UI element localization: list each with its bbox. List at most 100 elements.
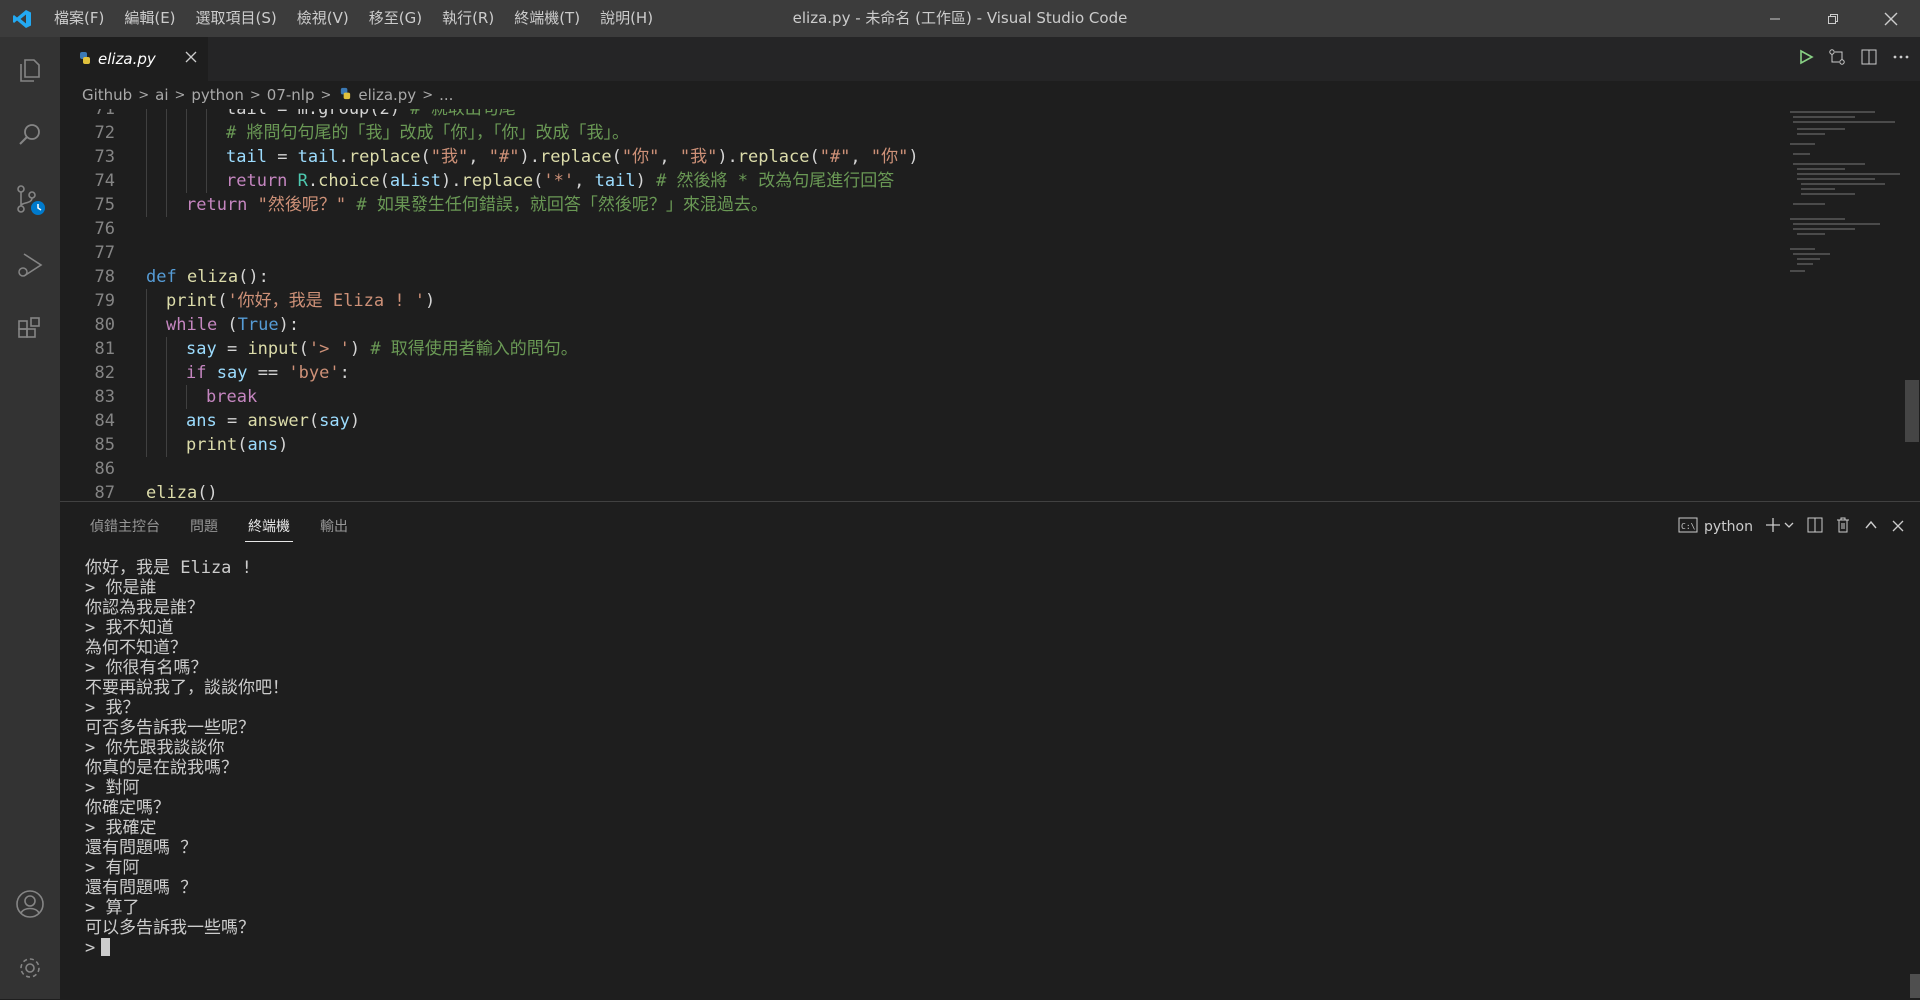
code-text: ans = answer(say) [186,409,360,433]
code-text: def eliza(): [146,265,269,289]
account-icon[interactable] [0,876,60,932]
run-debug-icon[interactable] [0,237,60,293]
code-line: 85 print(ans) [60,433,1760,457]
close-tab-icon[interactable] [184,49,198,68]
code-text: break [206,385,257,409]
code-token: if [186,363,207,383]
code-token: ) [425,291,436,311]
source-control-icon[interactable] [0,172,60,228]
terminal-scrollbar[interactable] [1910,974,1920,998]
settings-gear-icon[interactable] [0,940,60,996]
terminal-output[interactable]: 你好，我是 Eliza ! > 你是誰 你認為我是誰？ > 我不知道 為何不知道？ > 你… [85,558,289,958]
panel-tab[interactable]: 問題 [175,502,233,552]
editor-scrollbar[interactable] [1905,380,1919,442]
menu-item[interactable]: 選取項目(S) [186,0,287,37]
code-token: ( [611,147,622,167]
code-token: ): [278,315,300,335]
menu-item[interactable]: 移至(G) [359,0,432,37]
search-icon[interactable] [0,107,60,163]
code-token: . [307,171,319,191]
breadcrumb-item[interactable]: Github [80,86,134,104]
split-terminal-icon[interactable] [1807,517,1823,537]
panel-tab[interactable]: 偵錯主控台 [75,502,175,552]
breadcrumb-item[interactable]: ... [437,86,455,104]
indent-guide [166,409,167,433]
code-text: # 將問句句尾的「我」改成「你」，「你」改成「我」。 [226,121,629,145]
code-token: tail [226,147,267,167]
line-number: 77 [94,243,115,263]
restore-icon[interactable] [1804,0,1862,37]
terminal-line: 你真的是在說我嗎？ [85,758,289,778]
line-number: 81 [94,339,115,359]
menu-item[interactable]: 檔案(F) [44,0,114,37]
code-line: 73 tail = tail.replace("我", "#").replace(… [60,145,1760,169]
indent-guide [146,145,147,169]
new-terminal-icon[interactable] [1765,517,1795,537]
panel-tab[interactable]: 終端機 [233,502,305,552]
more-actions-icon[interactable] [1892,48,1910,70]
terminal-line-text: 你真的是在說我嗎？ [85,758,238,778]
tab-label: eliza.py [98,50,156,68]
terminal-line-text: 你確定嗎？ [85,798,170,818]
python-file-icon [339,86,352,104]
line-number: 72 [94,123,115,143]
terminal-line: > 算了 [85,898,289,918]
trash-icon[interactable] [1835,517,1851,537]
indent-guide [146,337,147,361]
indent-guide [146,109,147,121]
minimap[interactable] [1785,109,1905,289]
indent-guide [166,337,167,361]
indent-guide [186,121,187,145]
terminal-line-text: 還有問題嗎 ？ [85,878,198,898]
close-panel-icon[interactable] [1891,518,1905,537]
tab-eliza-py[interactable]: eliza.py [60,37,208,81]
code-token: "然後呢？" [257,195,347,215]
code-token: ( [809,147,820,167]
run-file-icon[interactable] [1798,49,1814,69]
line-number: 79 [94,291,115,311]
code-token: "#" [488,147,520,167]
terminal-line-text: > 我確定 [85,818,157,838]
code-token: "你" [621,147,660,167]
menu-item[interactable]: 終端機(T) [504,0,590,37]
breadcrumb-item[interactable]: 07-nlp [265,86,317,104]
line-number: 80 [94,315,115,335]
indent-guide [206,121,207,145]
breadcrumb-item[interactable]: eliza.py [356,86,418,104]
code-line: 71 tail = m.group(2) # 就取出句尾 [60,109,1760,121]
code-token: ( [533,171,544,191]
code-editor[interactable]: 71 tail = m.group(2) # 就取出句尾 72 # 將問句句尾的「我」… [60,109,1920,501]
breadcrumb-item[interactable]: python [189,86,245,104]
menu-item[interactable]: 檢視(V) [287,0,359,37]
editor-tabs: eliza.py [60,37,1920,81]
menu-item[interactable]: 說明(H) [590,0,663,37]
menu-item[interactable]: 編輯(E) [114,0,185,37]
code-token: ). [717,147,738,167]
code-text: tail = tail.replace("我", "#").replace("你… [226,145,919,169]
code-token: ( [237,435,248,455]
terminal-line-text: > 我不知道 [85,618,174,638]
code-token: tail [297,147,339,167]
extensions-icon[interactable] [0,302,60,358]
panel-tab[interactable]: 輸出 [305,502,363,552]
line-number: 76 [94,219,115,239]
terminal-cmd-icon: C:\ [1678,517,1698,537]
terminal-selector[interactable]: C:\ python [1678,517,1753,537]
indent-guide [166,433,167,457]
code-token: == [247,363,289,383]
minimize-icon[interactable] [1746,0,1804,37]
split-editor-icon[interactable] [1860,48,1878,70]
indent-guide [166,169,167,193]
line-number: 85 [94,435,115,455]
code-line: 74 return R.choice(aList).replace('*', ta… [60,169,1760,193]
vscode-logo-icon [0,0,44,37]
close-window-icon[interactable] [1862,0,1920,37]
maximize-panel-icon[interactable] [1863,517,1879,537]
line-number: 86 [94,459,115,479]
breadcrumb-item[interactable]: ai [153,86,170,104]
menu-item[interactable]: 執行(R) [432,0,504,37]
open-changes-icon[interactable] [1828,48,1846,70]
files-icon[interactable] [0,42,60,98]
